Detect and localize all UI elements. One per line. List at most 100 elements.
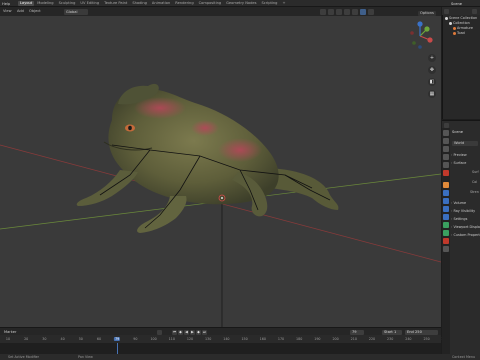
- next-keyframe-icon[interactable]: ◆: [196, 329, 201, 335]
- xray-icon[interactable]: [336, 8, 342, 15]
- output-tab-icon[interactable]: [443, 146, 449, 152]
- grid-icon[interactable]: ▦: [428, 90, 436, 98]
- texture-tab-icon[interactable]: [443, 246, 449, 252]
- timeline-header: Marker ⏮ ◆ ◀ ▶ ◆ ⏭ 79 Start 1 End 250: [0, 327, 441, 335]
- particles-tab-icon[interactable]: [443, 198, 449, 204]
- outliner-row-toad[interactable]: Toad: [453, 31, 480, 36]
- tool-tab-icon[interactable]: [443, 130, 449, 136]
- wireframe-shading-icon[interactable]: [344, 8, 350, 15]
- render-tab-icon[interactable]: [443, 138, 449, 144]
- data-tab-icon[interactable]: [443, 222, 449, 228]
- rendered-shading-icon[interactable]: [368, 8, 374, 15]
- jump-start-icon[interactable]: ⏮: [172, 329, 177, 335]
- frame-tick: 20: [24, 336, 29, 341]
- panel-preview[interactable]: Preview: [451, 152, 480, 158]
- tab-workspace[interactable]: Geometry Nodes: [224, 1, 258, 6]
- material-tab-icon[interactable]: [443, 238, 449, 244]
- pan-icon[interactable]: ✥: [428, 66, 436, 74]
- filter-icon[interactable]: [472, 8, 477, 14]
- outliner: Scene Collection Collection Armature Toa…: [442, 15, 480, 119]
- frame-tick: 160: [259, 336, 266, 341]
- strength-label: Stren: [470, 190, 479, 194]
- object-origin-icon: [221, 197, 223, 199]
- z-axis-icon[interactable]: [417, 21, 423, 27]
- zoom-icon[interactable]: +: [428, 54, 436, 62]
- help-menu[interactable]: Help: [2, 2, 10, 6]
- 3d-viewport[interactable]: + ✥ ◧ ▦: [0, 16, 441, 327]
- tab-workspace[interactable]: Scripting: [259, 1, 279, 6]
- play-reverse-icon[interactable]: ◀: [184, 329, 189, 335]
- view-layer-tab-icon[interactable]: [443, 154, 449, 160]
- tab-workspace[interactable]: Shading: [130, 1, 149, 6]
- keyframe-record-icon[interactable]: [157, 329, 162, 335]
- panel-volume[interactable]: Volume: [451, 200, 480, 206]
- tab-workspace[interactable]: Rendering: [173, 1, 195, 6]
- prev-keyframe-icon[interactable]: ◆: [178, 329, 183, 335]
- frame-tick: 50: [78, 336, 83, 341]
- outliner-label: Toad: [457, 31, 465, 35]
- panel-settings[interactable]: Settings: [451, 216, 480, 222]
- properties-header: [442, 120, 480, 128]
- front-leg-right: [137, 196, 187, 233]
- timeline-ruler[interactable]: 10 20 30 40 50 60 79 90 100 110 120 130 140 150 160 170…: [0, 335, 448, 343]
- start-value: 1: [393, 329, 397, 334]
- panel-custom-properties[interactable]: Custom Properties: [451, 232, 480, 238]
- x-axis-icon[interactable]: [427, 37, 433, 43]
- world-tab-icon[interactable]: [443, 170, 449, 176]
- play-icon[interactable]: ▶: [190, 329, 195, 335]
- frame-tick: 170: [277, 336, 285, 341]
- frame-tick: 140: [223, 336, 230, 341]
- modifier-tab-icon[interactable]: [443, 190, 449, 196]
- material-shading-icon[interactable]: [360, 8, 366, 15]
- solid-shading-icon[interactable]: [352, 8, 358, 15]
- end-value: 250: [415, 329, 422, 334]
- current-frame-tick: 79: [114, 336, 121, 341]
- start-frame-field[interactable]: Start 1: [382, 329, 402, 335]
- view-menu[interactable]: View: [3, 9, 12, 13]
- transform-orientation-select[interactable]: Global: [64, 8, 88, 15]
- frame-tick: 30: [42, 336, 47, 341]
- panel-ray-visibility[interactable]: Ray Visibility: [451, 208, 480, 214]
- frame-tick: 250: [423, 336, 430, 341]
- frame-tick: 180: [296, 336, 303, 341]
- panel-surface[interactable]: Surface: [451, 160, 480, 166]
- tab-workspace[interactable]: Texture Paint: [102, 1, 129, 6]
- tab-workspace[interactable]: Animation: [150, 1, 172, 6]
- panel-viewport-display[interactable]: Viewport Display: [451, 224, 480, 230]
- y-axis-icon[interactable]: [424, 26, 430, 32]
- tab-workspace[interactable]: Sculpting: [57, 1, 78, 6]
- status-right: Context Menu: [452, 355, 476, 359]
- properties-tabs: [442, 128, 450, 354]
- timeline-track[interactable]: [0, 343, 441, 354]
- tab-workspace[interactable]: Modeling: [35, 1, 55, 6]
- visibility-icon[interactable]: [320, 8, 326, 15]
- properties-editor-icon[interactable]: [444, 122, 449, 128]
- end-frame-field[interactable]: End 250: [405, 329, 438, 335]
- jump-end-icon[interactable]: ⏭: [202, 329, 207, 335]
- world-selector[interactable]: World: [452, 141, 478, 146]
- add-menu[interactable]: Add: [17, 9, 24, 13]
- overlay-icon[interactable]: [328, 8, 334, 15]
- navigation-buttons: + ✥ ◧ ▦: [428, 54, 436, 98]
- tab-workspace[interactable]: Compositing: [197, 1, 224, 6]
- current-frame-field[interactable]: 79: [350, 329, 364, 335]
- constraints-tab-icon[interactable]: [443, 214, 449, 220]
- bone-tab-icon[interactable]: [443, 230, 449, 236]
- viewport-canvas[interactable]: [0, 16, 441, 327]
- scene-tab-icon[interactable]: [443, 162, 449, 168]
- frame-tick: 200: [332, 336, 339, 341]
- camera-icon[interactable]: ◧: [428, 78, 436, 86]
- tab-workspace[interactable]: UV Editing: [78, 1, 101, 6]
- start-label: Start: [384, 329, 393, 334]
- object-menu[interactable]: Object: [29, 9, 41, 13]
- scene-selector[interactable]: Scene: [451, 2, 462, 6]
- playhead[interactable]: [117, 343, 119, 354]
- frame-tick: 230: [387, 336, 394, 341]
- object-tab-icon[interactable]: [443, 182, 449, 188]
- outliner-editor-icon[interactable]: [444, 8, 449, 14]
- marker-menu[interactable]: Marker: [4, 330, 16, 334]
- physics-tab-icon[interactable]: [443, 206, 449, 212]
- navigation-gizmo-icon[interactable]: [405, 21, 435, 51]
- tab-workspace[interactable]: Layout: [18, 1, 35, 6]
- tab-workspace[interactable]: +: [280, 1, 287, 6]
